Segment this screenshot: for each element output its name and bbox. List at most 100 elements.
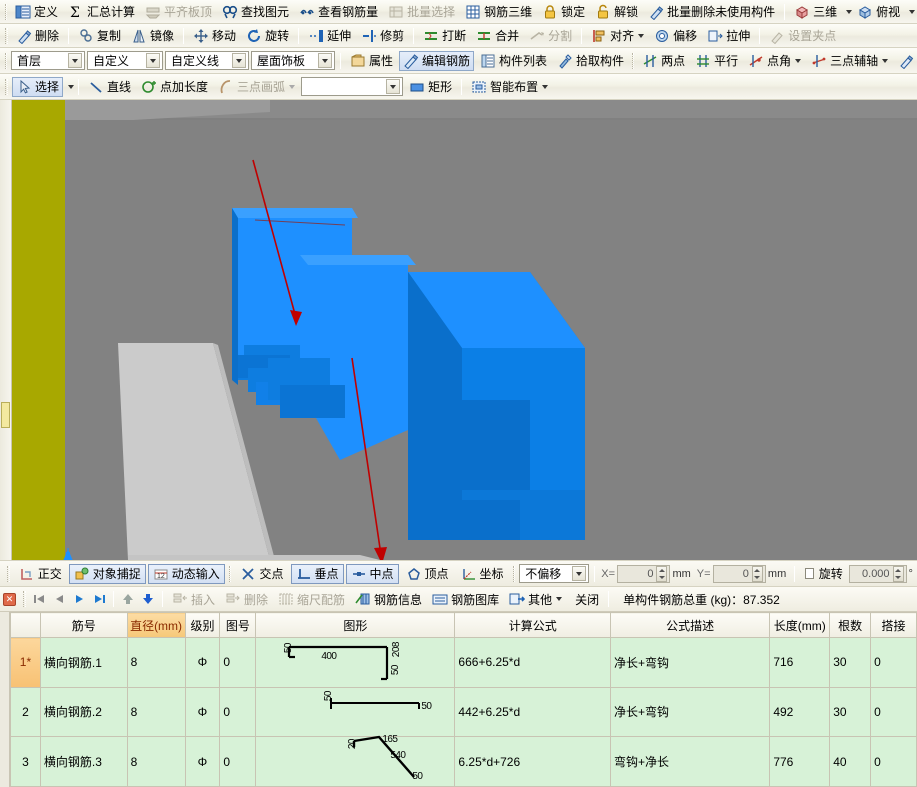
edit-extend-button[interactable]: 延伸 xyxy=(304,26,355,46)
close-icon[interactable]: ✕ xyxy=(3,592,16,606)
offset-mode-combo[interactable]: 不偏移 xyxy=(519,564,590,583)
toolbar-grip[interactable] xyxy=(7,565,10,582)
component-combo[interactable]: 屋面饰板 xyxy=(251,51,335,70)
pick-component-button[interactable]: 拾取构件 xyxy=(553,51,628,71)
rebar-scaled-button[interactable]: 缩尺配筋 xyxy=(274,589,349,609)
rebar-insert-button[interactable]: 插入 xyxy=(168,589,219,609)
row-index[interactable]: 3 xyxy=(9,736,41,787)
cell-formula[interactable]: 442+6.25*d xyxy=(454,686,611,738)
nav-first-button[interactable] xyxy=(29,590,49,608)
chevron-down-icon[interactable] xyxy=(795,58,802,63)
col-header-formula[interactable]: 计算公式 xyxy=(454,612,611,638)
edit-align-button[interactable]: 对齐 xyxy=(587,26,648,46)
toolbar-lock-button[interactable]: 锁定 xyxy=(538,2,589,22)
toolbar-grip[interactable] xyxy=(228,565,232,582)
x-spinner[interactable] xyxy=(656,565,668,582)
cell-name[interactable]: 横向钢筋.1 xyxy=(39,637,128,688)
toolbar-summary-calc-button[interactable]: Σ 汇总计算 xyxy=(64,2,139,22)
toolbar-top-view-button[interactable]: 俯视 xyxy=(853,2,904,22)
rebar-delete-button[interactable]: 删除 xyxy=(221,589,272,609)
delete-axis-button[interactable]: 删除辅轴 xyxy=(894,51,917,71)
chevron-down-icon[interactable] xyxy=(289,84,296,89)
category-combo[interactable]: 自定义 xyxy=(87,51,163,70)
chevron-down-icon[interactable] xyxy=(542,84,549,89)
draw-three-point-arc-button[interactable]: 三点画弧 xyxy=(214,77,299,97)
chevron-down-icon[interactable] xyxy=(146,53,160,68)
nav-prev-button[interactable] xyxy=(49,590,69,608)
toolbar-unlock-button[interactable]: 解锁 xyxy=(591,2,642,22)
toolbar-batch-select-button[interactable]: 批量选择 xyxy=(384,2,459,22)
cell-diameter[interactable]: 8 xyxy=(126,637,186,688)
draw-rectangle-button[interactable]: 矩形 xyxy=(405,77,456,97)
toolbar-find-element-button[interactable]: 查找图元 xyxy=(218,2,293,22)
left-dock-tab[interactable] xyxy=(1,402,10,428)
row-handle-gutter[interactable] xyxy=(0,612,10,787)
point-angle-axis-button[interactable]: 点角 xyxy=(744,51,805,71)
parallel-axis-button[interactable]: 平行 xyxy=(691,51,742,71)
toolbar-grip[interactable] xyxy=(5,52,7,69)
toolbar-3d-view-button[interactable]: 三维 xyxy=(790,2,841,22)
rebar-table-container[interactable]: 筋号 直径(mm) 级别 图号 图形 计算公式 公式描述 长度(mm) 根数 搭… xyxy=(0,612,917,787)
cell-shape[interactable]: 50 400 208 50 xyxy=(255,637,456,688)
chevron-down-icon[interactable] xyxy=(882,58,889,63)
snap-midpoint-button[interactable]: 中点 xyxy=(345,563,399,584)
toolbar-view-rebar-qty-button[interactable]: 查看钢筋量 xyxy=(295,2,382,22)
rotate-spinner[interactable] xyxy=(892,565,904,582)
arc-mode-combo[interactable] xyxy=(301,77,404,96)
cell-lap[interactable]: 0 xyxy=(870,686,917,738)
cell-grade[interactable]: Φ xyxy=(184,736,221,787)
floor-combo[interactable]: 首层 xyxy=(11,51,85,70)
toolbar-grip[interactable] xyxy=(632,52,635,69)
cell-desc[interactable]: 净长+弯钩 xyxy=(609,686,771,738)
cell-formula[interactable]: 6.25*d+726 xyxy=(454,736,611,787)
cell-figno[interactable]: 0 xyxy=(219,686,257,738)
snap-perpendicular-button[interactable]: 垂点 xyxy=(290,563,344,584)
cell-shape[interactable]: 50 50 xyxy=(255,686,456,738)
cell-count[interactable]: 40 xyxy=(829,736,872,787)
edit-merge-button[interactable]: 合并 xyxy=(472,26,523,46)
col-header-shape[interactable]: 图形 xyxy=(255,612,456,638)
cell-grade[interactable]: Φ xyxy=(184,637,221,688)
col-header-grade[interactable]: 级别 xyxy=(184,612,221,638)
cell-shape[interactable]: 20 165 540 50 xyxy=(255,734,456,787)
edit-set-grip-button[interactable]: 设置夹点 xyxy=(765,26,840,46)
draw-select-button[interactable]: 选择 xyxy=(12,76,64,97)
cell-figno[interactable]: 0 xyxy=(219,736,257,787)
snap-dynamic-input-button[interactable]: 12 动态输入 xyxy=(147,563,225,584)
rebar-library-button[interactable]: 钢筋图库 xyxy=(428,589,503,609)
toolbar-grip[interactable] xyxy=(512,565,516,582)
cell-diameter[interactable]: 8 xyxy=(126,686,186,738)
rebar-table[interactable]: 筋号 直径(mm) 级别 图号 图形 计算公式 公式描述 长度(mm) 根数 搭… xyxy=(9,612,917,787)
cell-lap[interactable]: 0 xyxy=(870,637,917,688)
col-header-lap[interactable]: 搭接 xyxy=(870,612,917,638)
draw-point-plus-length-button[interactable]: 点加长度 xyxy=(137,77,212,97)
toolbar-align-slab-top-button[interactable]: 平齐板顶 xyxy=(141,2,216,22)
toolbar-batch-delete-unused-button[interactable]: 批量删除未使用构件 xyxy=(644,2,779,22)
snap-intersection-button[interactable]: 交点 xyxy=(235,564,288,584)
table-row[interactable]: 3 横向钢筋.3 8 Φ 0 20 165 540 50 6.25*d+726 … xyxy=(9,734,917,787)
toolbar-define-button[interactable]: 定义 xyxy=(11,2,62,22)
col-header-length[interactable]: 长度(mm) xyxy=(769,612,831,638)
nav-next-button[interactable] xyxy=(69,590,89,608)
cell-desc[interactable]: 弯钩+净长 xyxy=(609,736,771,787)
rotate-checkbox[interactable] xyxy=(805,568,814,579)
edit-offset-button[interactable]: 偏移 xyxy=(650,26,701,46)
component-edit-rebar-button[interactable]: 编辑钢筋 xyxy=(399,50,475,71)
edit-move-button[interactable]: 移动 xyxy=(189,26,240,46)
cell-length[interactable]: 776 xyxy=(769,736,831,787)
component-properties-button[interactable]: 属性 xyxy=(346,51,397,71)
draw-smart-layout-button[interactable]: 智能布置 xyxy=(467,77,552,97)
type-combo[interactable]: 自定义线 xyxy=(165,51,249,70)
table-row[interactable]: 2 横向钢筋.2 8 Φ 0 50 50 442+6.25*d 净长+弯钩 49… xyxy=(9,686,917,738)
cell-figno[interactable]: 0 xyxy=(219,637,257,688)
table-row[interactable]: 1* 横向钢筋.1 8 Φ 0 50 400 208 50 666+6.25*d… xyxy=(9,637,917,688)
toolbar-grip[interactable] xyxy=(5,27,8,44)
edit-stretch-button[interactable]: 拉伸 xyxy=(703,26,754,46)
cell-name[interactable]: 横向钢筋.2 xyxy=(39,686,128,738)
snap-ortho-button[interactable]: 正交 xyxy=(14,564,67,584)
chevron-down-icon[interactable] xyxy=(572,566,587,581)
row-index[interactable]: 2 xyxy=(9,686,41,738)
left-dock-pane[interactable] xyxy=(0,100,12,560)
edit-copy-button[interactable]: 复制 xyxy=(74,26,125,46)
edit-mirror-button[interactable]: 镜像 xyxy=(127,26,178,46)
